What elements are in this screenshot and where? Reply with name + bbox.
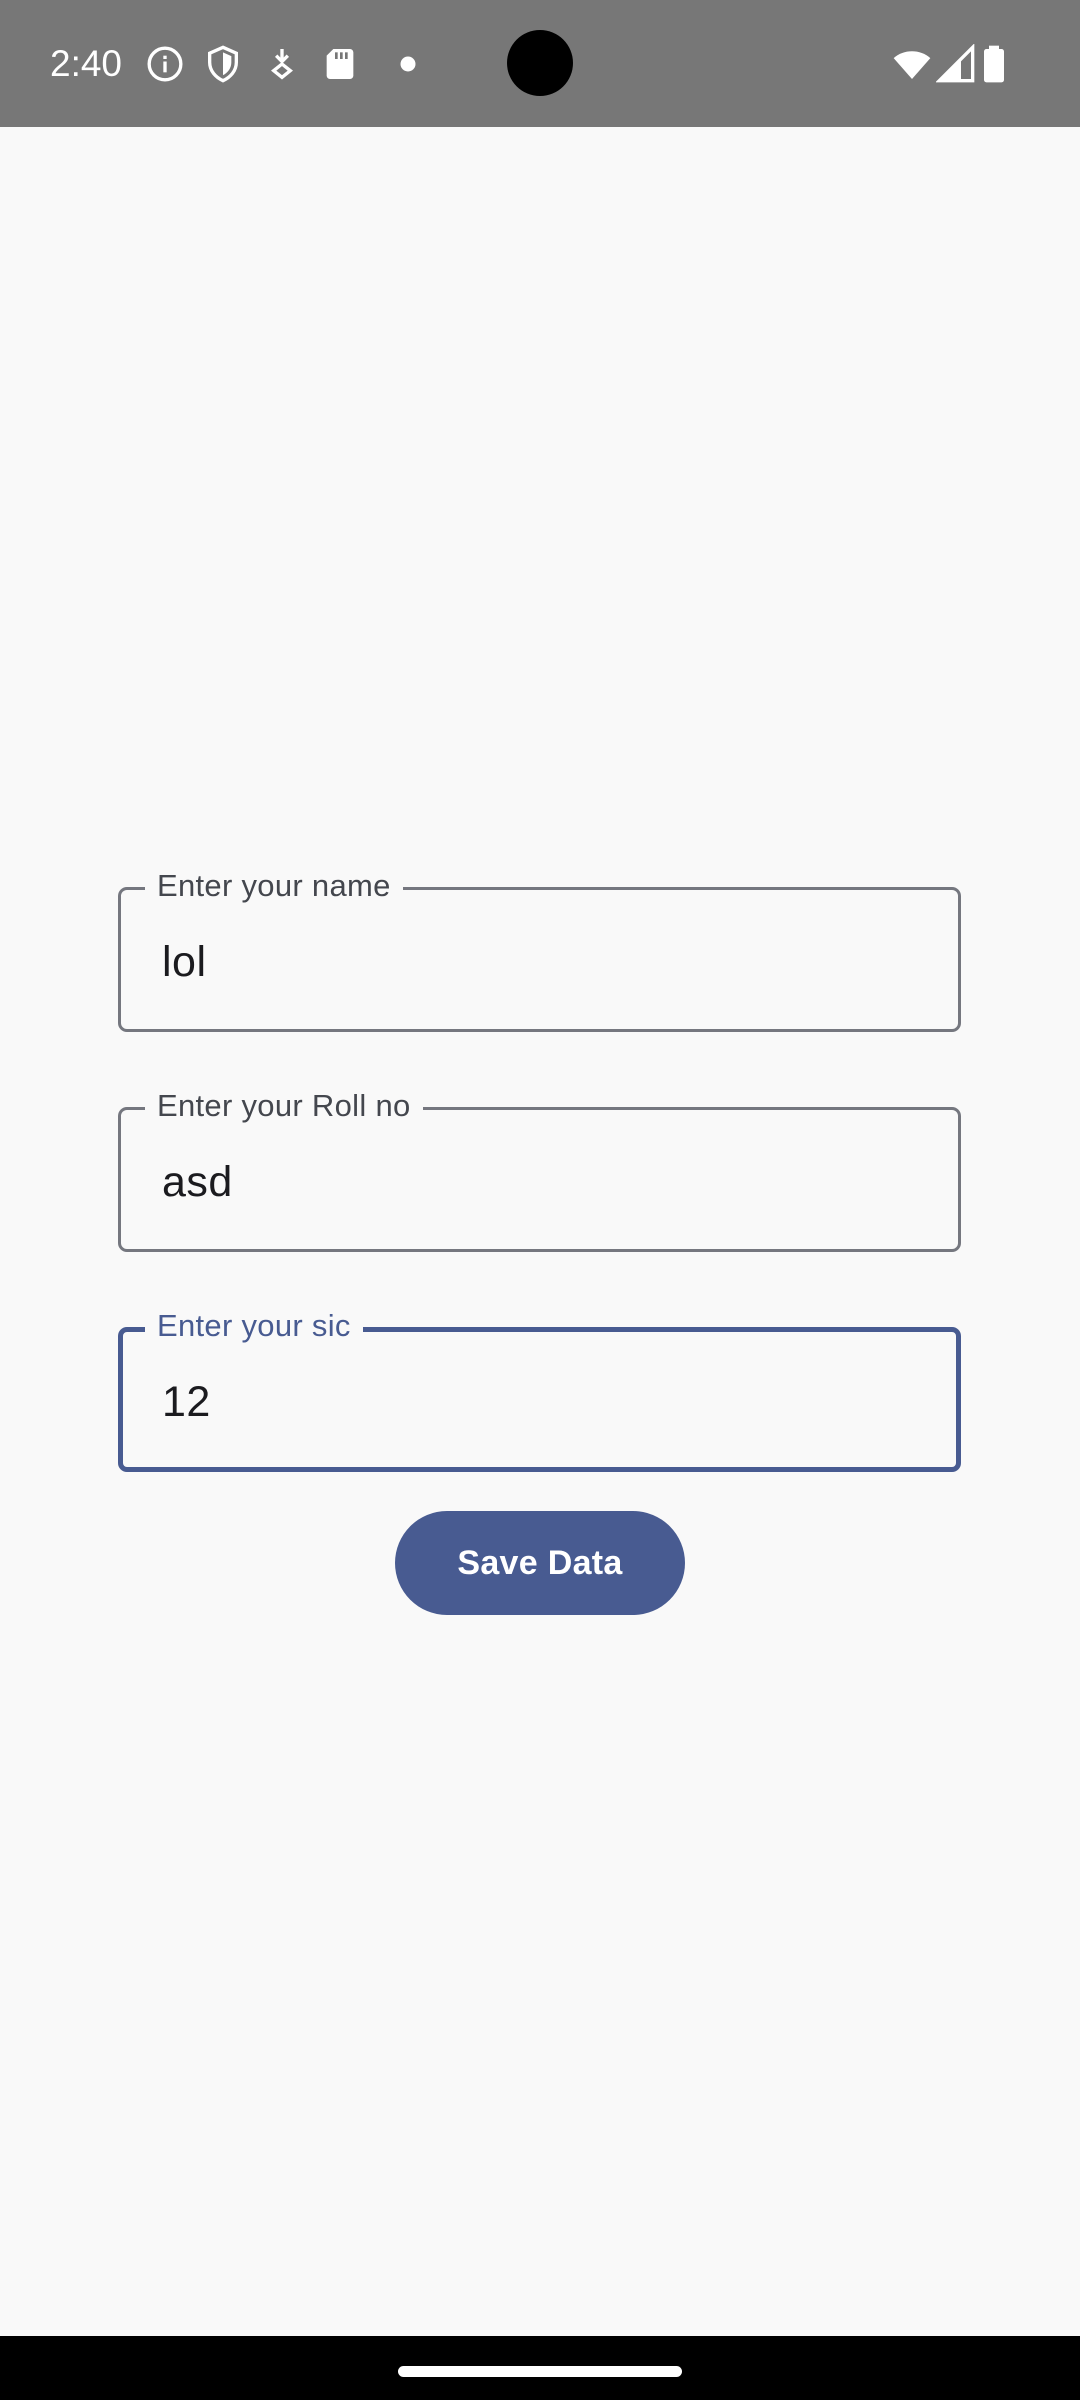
battery-icon — [979, 44, 1009, 84]
sic-field-value[interactable]: 12 — [162, 1376, 211, 1428]
navigation-bar — [0, 2336, 1080, 2400]
signal-icon — [936, 44, 976, 84]
name-field-value[interactable]: lol — [162, 936, 207, 988]
status-bar: 2:40 — [0, 0, 1080, 127]
wifi-icon — [890, 44, 934, 84]
dot-icon — [378, 44, 418, 84]
sd-card-icon — [320, 44, 360, 84]
name-field[interactable]: Enter your name lol — [118, 866, 961, 1032]
name-field-label: Enter your name — [145, 866, 403, 906]
camera-cutout — [507, 30, 573, 96]
shield-icon — [203, 44, 243, 84]
home-gesture-handle[interactable] — [398, 2366, 682, 2377]
download-icon — [262, 44, 302, 84]
roll-no-field[interactable]: Enter your Roll no asd — [118, 1086, 961, 1252]
app-screen: 2:40 Enter your name lol Enter your Roll… — [0, 0, 1080, 2400]
roll-no-field-value[interactable]: asd — [162, 1156, 233, 1208]
sic-field-label: Enter your sic — [145, 1306, 363, 1346]
sic-field[interactable]: Enter your sic 12 — [118, 1306, 961, 1472]
info-icon — [145, 44, 185, 84]
roll-no-field-label: Enter your Roll no — [145, 1086, 423, 1126]
save-data-button[interactable]: Save Data — [395, 1511, 685, 1615]
status-time: 2:40 — [50, 43, 123, 84]
